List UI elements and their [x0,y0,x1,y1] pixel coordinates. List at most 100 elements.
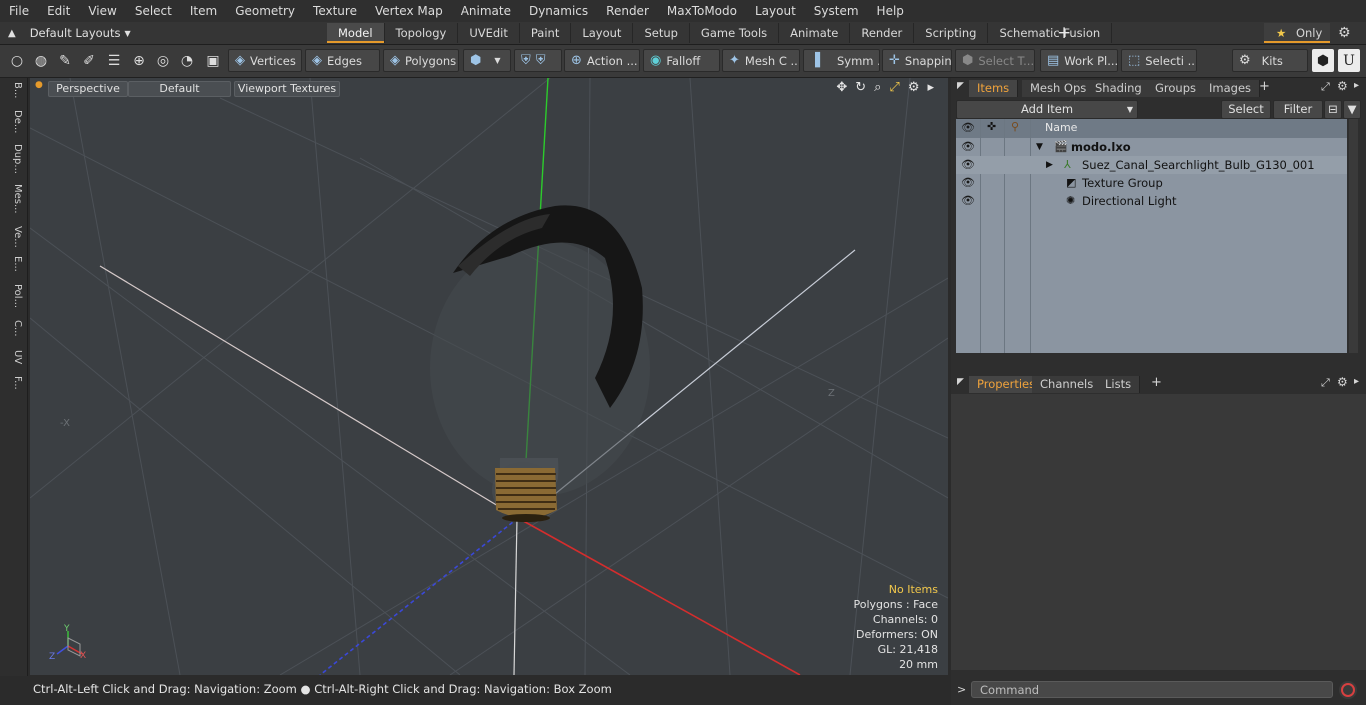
panel-gear-icon[interactable]: ⚙ [1337,375,1348,389]
tree-row-directional-light[interactable]: 👁 ✺ Directional Light [956,192,1347,210]
panel-arrow-icon[interactable]: ▸ [1354,80,1359,91]
gear-icon[interactable]: ⚙ [1338,22,1351,44]
panel-gear-icon[interactable]: ⚙ [1337,79,1348,93]
modo-cube-icon[interactable]: ⬢ [1312,49,1334,72]
command-input[interactable]: Command [971,681,1333,698]
menu-vertex-map[interactable]: Vertex Map [366,0,452,22]
edges-button[interactable]: ◈ Edges [305,49,380,72]
panel-arrow-icon[interactable]: ▸ [1354,376,1359,387]
menu-render[interactable]: Render [597,0,658,22]
tab-game-tools[interactable]: Game Tools [690,23,780,43]
3d-viewport[interactable]: -X Z Y X Z ● Perspective Default Viewpor… [30,78,948,675]
tab-model[interactable]: Model [327,23,385,43]
panel-menu-icon[interactable]: ◤ [957,377,964,387]
collapse-arrow-icon[interactable]: ▼ [1036,138,1043,156]
sidebar-tab-4[interactable]: Ve... [3,226,23,248]
play-arrow-icon[interactable]: ▸ [927,80,934,95]
menu-maxtomodo[interactable]: MaxToModo [658,0,746,22]
sidebar-tab-6[interactable]: Pol... [3,284,23,308]
panel-menu-icon[interactable]: ◤ [957,81,964,91]
snapping-button[interactable]: ✛ Snapping [882,49,952,72]
sidebar-tab-5[interactable]: E... [3,256,23,272]
visibility-eye-icon[interactable]: 👁 [961,138,975,156]
menu-animate[interactable]: Animate [452,0,520,22]
menu-file[interactable]: File [0,0,38,22]
items-scrollbar[interactable] [1349,119,1358,353]
tree-row-scene[interactable]: 👁 ▼ 🎬 modo.lxo [956,138,1347,156]
tab-channels[interactable]: Channels [1032,376,1103,393]
filter-button[interactable]: Filter [1273,100,1323,119]
maximize-icon[interactable]: ⤢ [889,80,899,95]
target-icon[interactable]: ◎ [152,49,174,72]
work-plane-button[interactable]: ▤ Work Pl... [1040,49,1118,72]
shading-default-dropdown[interactable]: Default [128,81,231,97]
move-icon[interactable]: ✥ [836,80,847,95]
tab-schematic-fusion[interactable]: Schematic Fusion [988,23,1113,43]
sidebar-tab-9[interactable]: F... [3,376,23,390]
tab-scripting[interactable]: Scripting [914,23,989,43]
expand-icon[interactable]: ⤢ [1321,80,1330,94]
tab-mesh-ops[interactable]: Mesh Ops [1022,80,1096,97]
center-icon[interactable]: ⊕ [128,49,150,72]
visibility-eye-icon[interactable]: 👁 [961,192,975,210]
sidebar-tab-3[interactable]: Mes... [3,184,23,214]
menu-system[interactable]: System [805,0,868,22]
tab-images[interactable]: Images [1201,80,1261,97]
perspective-dropdown[interactable]: Perspective [48,81,128,97]
kits-button[interactable]: ⚙ Kits [1232,49,1308,72]
visibility-eye-icon[interactable]: 👁 [961,156,975,174]
viewport-menu-dot-icon[interactable]: ● [35,80,43,90]
menu-select[interactable]: Select [126,0,181,22]
vertices-button[interactable]: ◈ Vertices [228,49,302,72]
menu-view[interactable]: View [79,0,125,22]
unreal-icon[interactable]: U [1338,49,1360,72]
only-toggle[interactable]: ★ Only [1264,23,1330,43]
tab-render[interactable]: Render [850,23,915,43]
tab-groups[interactable]: Groups [1147,80,1206,97]
tab-topology[interactable]: Topology [385,23,459,43]
add-tab-icon[interactable]: + [1259,79,1270,94]
falloff-button[interactable]: ◉ Falloff [643,49,720,72]
align-icon[interactable]: ☰ [103,49,125,72]
tab-setup[interactable]: Setup [633,23,690,43]
tab-items[interactable]: Items [969,80,1019,97]
tree-row-texture-group[interactable]: 👁 ◩ Texture Group [956,174,1347,192]
tab-uvedit[interactable]: UVEdit [458,23,520,43]
sidebar-tab-0[interactable]: B... [3,82,23,98]
sidebar-tab-2[interactable]: Dup... [3,144,23,174]
brush-icon[interactable]: ✐ [78,49,100,72]
select-through-button[interactable]: ⬢ Select T... [955,49,1035,72]
funnel-icon[interactable]: ▼ [1343,100,1361,119]
cube-icon[interactable]: ▣ [202,49,224,72]
tab-paint[interactable]: Paint [520,23,572,43]
viewport-gear-icon[interactable]: ⚙ [908,80,920,95]
sidebar-tab-1[interactable]: De... [3,110,23,133]
timer-icon[interactable]: ◔ [176,49,198,72]
tab-shading[interactable]: Shading [1087,80,1151,97]
record-icon[interactable] [1339,681,1357,699]
add-tab-icon[interactable]: + [1057,22,1071,44]
sidebar-tab-8[interactable]: UV [3,350,23,364]
layouts-dropdown[interactable]: ▲ Default Layouts ▼ [8,22,131,44]
tab-animate[interactable]: Animate [779,23,851,43]
expand-arrow-icon[interactable]: ▶ [1046,156,1053,174]
selection-sets-button[interactable]: ⬚ Selecti ... [1121,49,1197,72]
symmetry-shield-button[interactable]: ⛨ ⛨ [514,49,562,72]
pen-tool-icon[interactable]: ✎ [54,49,76,72]
select-button[interactable]: Select [1221,100,1271,119]
visibility-eye-icon[interactable]: 👁 [961,174,975,192]
symmetry-button[interactable]: ▐ Symm ... [803,49,880,72]
collapse-icon[interactable]: ⊟ [1324,100,1342,119]
menu-texture[interactable]: Texture [304,0,366,22]
expand-icon[interactable]: ⤢ [1321,376,1330,390]
circle-select-icon[interactable]: ○ [6,49,28,72]
menu-help[interactable]: Help [868,0,913,22]
add-item-button[interactable]: Add Item ▼ [956,100,1138,119]
item-mode-button[interactable]: ⬢ ▼ [463,49,511,72]
menu-dynamics[interactable]: Dynamics [520,0,597,22]
add-tab-icon[interactable]: + [1151,375,1162,390]
menu-layout[interactable]: Layout [746,0,805,22]
viewport-textures-dropdown[interactable]: Viewport Textures [234,81,340,97]
tab-lists[interactable]: Lists [1097,376,1141,393]
tab-layout[interactable]: Layout [571,23,634,43]
